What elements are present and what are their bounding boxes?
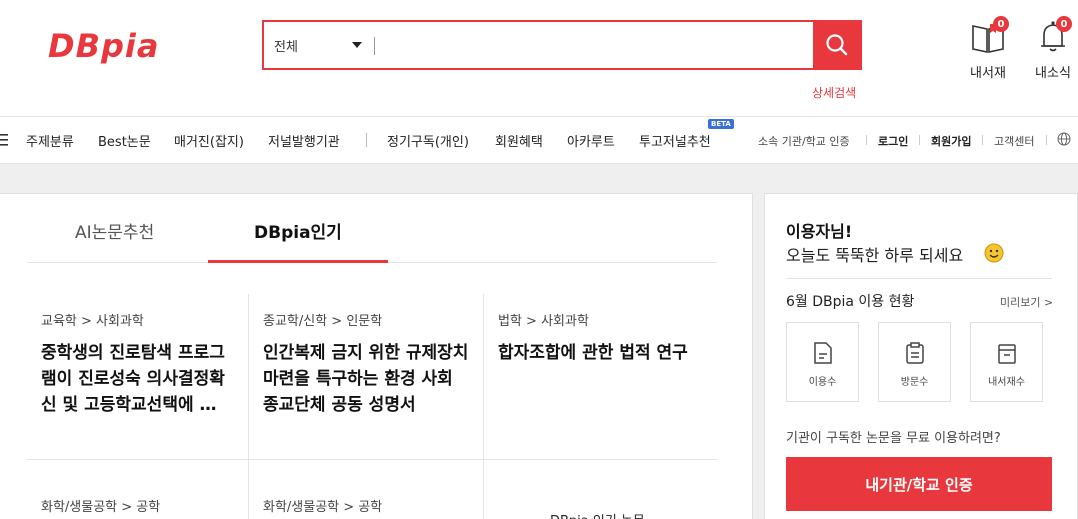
active-tab-indicator	[208, 260, 388, 263]
nav-best-papers[interactable]: Best논문	[98, 131, 151, 150]
svg-text:DBpia: DBpia	[48, 28, 159, 64]
sidebar-divider	[786, 278, 1052, 279]
grid-divider	[27, 459, 717, 460]
paper-card[interactable]: DBpia 인기 논문	[550, 510, 710, 519]
paper-category: 화학/생물공학 > 공학	[263, 500, 383, 515]
my-news-button[interactable]: 0 내소식	[1028, 16, 1078, 81]
dbpia-logo[interactable]: DBpia	[46, 27, 218, 65]
library-count-badge: 0	[993, 16, 1009, 32]
tab-ai-recommend[interactable]: AI논문추천	[75, 218, 154, 243]
search-icon	[825, 34, 847, 56]
stat-label: 이용수	[808, 377, 837, 388]
my-library-button[interactable]: 0 내서재	[963, 16, 1013, 81]
paper-title: 인간복제 금지 위한 규제장치 마련을 특구하는 환경 사회 종교단체 공동 성…	[263, 343, 469, 415]
site-header: DBpia 전체 상세검색 0 내서재 0 내소식	[0, 0, 1078, 116]
archive-icon	[997, 344, 1016, 364]
beta-badge: BETA	[708, 119, 734, 129]
main-nav: 주제분류 Best논문 매거진(잡지) 저널발행기관 정기구독(개인) 회원혜택…	[0, 116, 1078, 164]
paper-category: 화학/생물공학 > 공학	[41, 500, 161, 515]
search-scope-value: 전체	[274, 39, 298, 55]
grid-divider	[483, 294, 484, 519]
tab-dbpia-popular[interactable]: DBpia인기	[254, 218, 342, 243]
news-count-badge: 0	[1056, 16, 1072, 32]
advanced-search-link[interactable]: 상세검색	[812, 84, 856, 101]
stat-label: 내서재수	[988, 377, 1025, 388]
search-input[interactable]	[380, 24, 810, 66]
greeting-message: 오늘도 뚝뚝한 하루 되세요	[786, 246, 964, 265]
institution-auth-button[interactable]: 내기관/학교 인증	[786, 457, 1052, 511]
clipboard-icon	[905, 342, 924, 364]
paper-category: 교육학 > 사회과학	[41, 314, 144, 329]
util-divider	[982, 135, 983, 145]
paper-category: 종교학/신학 > 인문학	[263, 314, 383, 329]
paper-card[interactable]: 교육학 > 사회과학 중학생의 진로탐색 프로그램이 진로성숙 의사결정확신 및…	[41, 310, 231, 418]
signup-link[interactable]: 회원가입	[931, 133, 971, 149]
search-divider	[374, 37, 375, 55]
nav-magazine[interactable]: 매거진(잡지)	[174, 131, 244, 150]
smiley-icon	[984, 243, 1004, 263]
my-library-label: 내서재	[970, 66, 1006, 81]
search-bar: 전체	[262, 20, 862, 70]
nav-journal-recommend[interactable]: 투고저널추천	[639, 131, 711, 150]
document-icon	[813, 342, 832, 364]
institution-auth-link[interactable]: 소속 기관/학교 인증	[758, 133, 850, 149]
usage-title: 6월 DBpia 이용 현황	[786, 294, 915, 310]
paper-title: DBpia 인기 논문	[550, 510, 710, 519]
paper-card[interactable]: 법학 > 사회과학 합자조합에 관한 법적 연구	[498, 310, 708, 366]
paper-category: 법학 > 사회과학	[498, 314, 589, 329]
stat-library[interactable]: 내서재수	[970, 322, 1043, 402]
caret-down-icon	[352, 42, 362, 48]
stat-visits[interactable]: 방문수	[878, 322, 951, 402]
search-scope-select[interactable]: 전체	[264, 22, 374, 68]
util-divider	[919, 135, 920, 145]
greeting-name: 이용자님!	[786, 222, 853, 241]
menu-icon[interactable]	[0, 133, 10, 151]
stat-usage[interactable]: 이용수	[786, 322, 859, 402]
user-sidebar: 이용자님! 오늘도 뚝뚝한 하루 되세요 6월 DBpia 이용 현황 미리보기…	[764, 193, 1078, 519]
login-link[interactable]: 로그인	[878, 133, 908, 149]
institution-question: 기관이 구독한 논문을 무료 이용하려면?	[786, 431, 1001, 446]
nav-member-benefits[interactable]: 회원혜택	[495, 131, 543, 150]
globe-icon[interactable]	[1057, 132, 1071, 149]
paper-card[interactable]: 종교학/신학 > 인문학 인간복제 금지 위한 규제장치 마련을 특구하는 환경…	[263, 310, 473, 418]
nav-subscription[interactable]: 정기구독(개인)	[387, 131, 469, 150]
nav-publishers[interactable]: 저널발행기관	[268, 131, 340, 150]
preview-link[interactable]: 미리보기 >	[1000, 294, 1053, 310]
my-news-label: 내소식	[1035, 66, 1071, 81]
nav-divider	[366, 133, 367, 147]
paper-title: 중학생의 진로탐색 프로그램이 진로성숙 의사결정확신 및 고등학교선택에 미치…	[41, 343, 231, 415]
paper-card[interactable]: 화학/생물공학 > 공학	[263, 496, 473, 515]
customer-center-link[interactable]: 고객센터	[994, 133, 1034, 149]
grid-divider	[248, 294, 249, 519]
stat-label: 방문수	[900, 377, 929, 388]
paper-title: 합자조합에 관한 법적 연구	[498, 343, 688, 363]
paper-card[interactable]: 화학/생물공학 > 공학	[41, 496, 231, 515]
search-button[interactable]	[813, 22, 860, 68]
util-divider	[866, 135, 867, 145]
nav-subject[interactable]: 주제분류	[26, 131, 74, 150]
popular-papers-panel: AI논문추천 DBpia인기 교육학 > 사회과학 중학생의 진로탐색 프로그램…	[0, 193, 753, 519]
util-divider	[1046, 135, 1047, 145]
nav-akaroute[interactable]: 아카루트	[567, 131, 615, 150]
